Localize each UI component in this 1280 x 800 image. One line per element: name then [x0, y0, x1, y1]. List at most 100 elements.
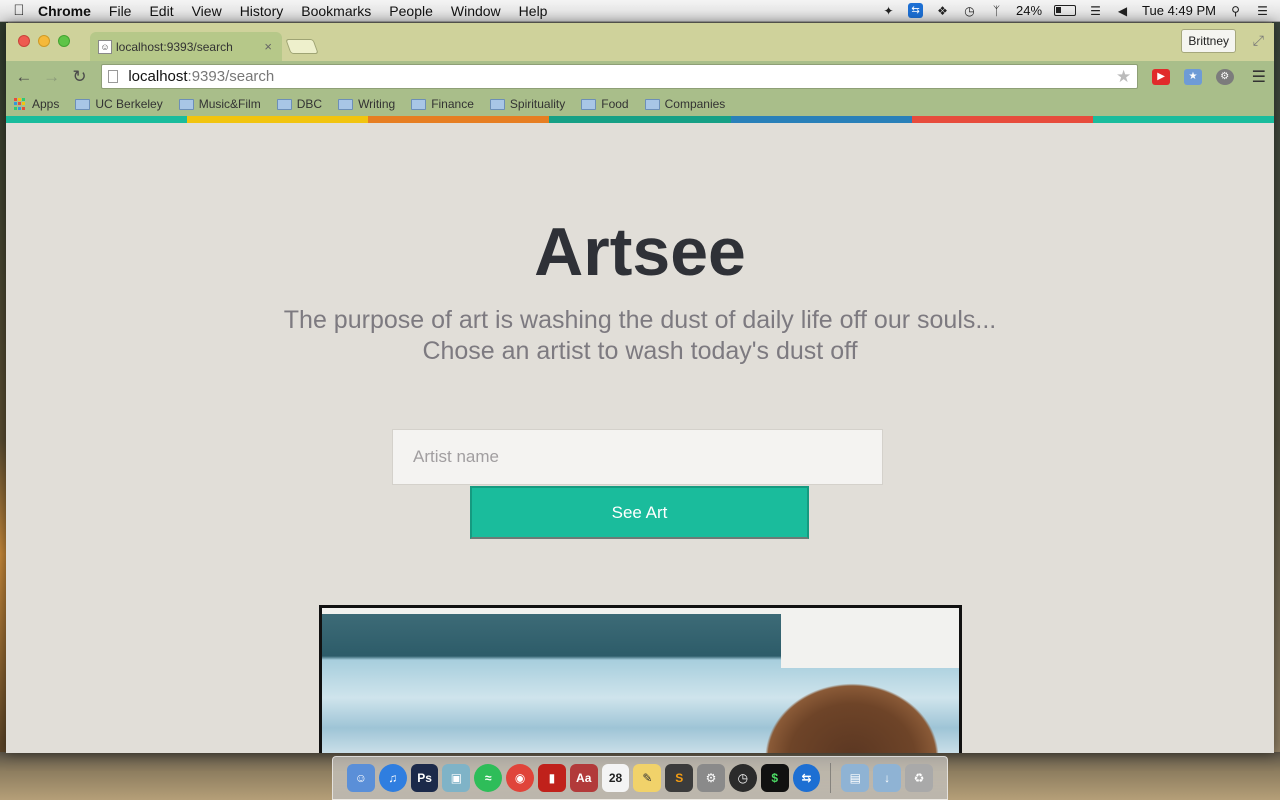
artwork-preview	[319, 605, 962, 753]
chrome-menu-icon[interactable]: ☰	[1252, 67, 1266, 87]
tab-strip: ☺ localhost:9393/search × Brittney ⤢	[6, 23, 1274, 61]
preview-icon[interactable]: ▣	[442, 764, 471, 792]
bookmark-label: Writing	[358, 97, 396, 111]
artist-name-input[interactable]	[392, 429, 883, 485]
folder-icon	[276, 98, 292, 110]
tab-title: localhost:9393/search	[116, 39, 233, 54]
window-controls	[18, 35, 70, 47]
stripe-segment	[549, 116, 731, 123]
stripe-segment	[6, 116, 188, 123]
menu-help[interactable]: Help	[519, 3, 548, 19]
zoom-window-button[interactable]	[58, 35, 70, 47]
bookmark-label: Apps	[32, 97, 60, 111]
bookmark-label: DBC	[296, 97, 323, 111]
textedit-icon[interactable]: ✎	[633, 764, 662, 792]
battery-icon[interactable]	[1054, 5, 1077, 16]
back-icon[interactable]: ←	[14, 67, 34, 87]
browser-window: ☺ localhost:9393/search × Brittney ⤢ ← →…	[6, 23, 1274, 753]
youtube-extension-icon[interactable]: ▶	[1152, 68, 1171, 85]
bookmark-folder-dbc[interactable]: DBC	[276, 97, 323, 111]
bookmark-label: Music&Film	[198, 97, 261, 111]
bookmark-label: Finance	[431, 97, 474, 111]
url-path: :9393/search	[187, 68, 275, 85]
teamviewer-icon[interactable]: ⇆	[908, 3, 924, 18]
forward-icon[interactable]: →	[42, 67, 62, 87]
menu-view[interactable]: View	[192, 3, 222, 19]
finder-icon[interactable]: ☺	[347, 764, 375, 792]
browser-toolbar: ← → ↻ localhost :9393/search ★ ▶ ★ ⚙ ☰	[6, 61, 1274, 92]
tab-search[interactable]: ☺ localhost:9393/search ×	[90, 32, 282, 61]
menu-file[interactable]: File	[109, 3, 132, 19]
stripe-segment	[1092, 116, 1274, 123]
dashboard-icon[interactable]: ◷	[728, 764, 757, 792]
profile-button[interactable]: Brittney	[1181, 29, 1236, 53]
system-preferences-icon[interactable]: ⚙	[697, 764, 725, 792]
volume-icon[interactable]: ◀	[1115, 3, 1130, 18]
bluetooth-icon[interactable]: ᛉ	[989, 3, 1004, 18]
dictionary-icon[interactable]: Aa	[569, 764, 598, 792]
bookmark-folder-writing[interactable]: Writing	[338, 97, 395, 111]
stripe-segment	[187, 116, 369, 123]
bookmark-folder-music-film[interactable]: Music&Film	[178, 97, 261, 111]
dock-separator	[830, 763, 832, 793]
address-bar[interactable]: localhost :9393/search ★	[101, 64, 1139, 89]
clock[interactable]: Tue 4:49 PM	[1142, 3, 1216, 18]
photoshop-icon[interactable]: Ps	[410, 764, 439, 792]
menu-app-name[interactable]: Chrome	[38, 3, 91, 19]
new-tab-button[interactable]	[285, 39, 319, 54]
url-host: localhost	[128, 68, 188, 85]
wifi-icon[interactable]: ☰	[1088, 3, 1103, 18]
bookmark-folder-companies[interactable]: Companies	[644, 97, 725, 111]
documents-folder-icon[interactable]: ▤	[841, 764, 870, 792]
bookmark-apps[interactable]: Apps	[14, 97, 59, 111]
bookmark-manager-extension-icon[interactable]: ★	[1184, 68, 1202, 85]
folder-icon	[178, 98, 194, 110]
menu-edit[interactable]: Edit	[149, 3, 173, 19]
folder-icon	[644, 98, 660, 110]
bookmark-folder-uc-berkeley[interactable]: UC Berkeley	[75, 97, 163, 111]
bookmark-folder-spirituality[interactable]: Spirituality	[489, 97, 565, 111]
downloads-folder-icon[interactable]: ↓	[873, 764, 902, 792]
slack-icon[interactable]: ✦	[881, 3, 896, 18]
sublime-icon[interactable]: S	[665, 764, 694, 792]
header-color-stripe	[6, 116, 1274, 123]
page-content: Artsee The purpose of art is washing the…	[6, 123, 1274, 753]
close-window-button[interactable]	[18, 35, 30, 47]
teamviewer-icon[interactable]: ⇆	[792, 764, 821, 792]
chrome-icon[interactable]: ◉	[506, 764, 534, 792]
bookmark-folder-finance[interactable]: Finance	[411, 97, 474, 111]
bookmark-label: Food	[601, 97, 629, 111]
trash-icon[interactable]: ♻	[905, 764, 933, 792]
menu-history[interactable]: History	[240, 3, 284, 19]
extension-icon[interactable]: ⚙	[1215, 68, 1234, 85]
menu-bar:  Chrome File Edit View History Bookmark…	[0, 0, 1280, 22]
menu-bookmarks[interactable]: Bookmarks	[301, 3, 371, 19]
see-art-button[interactable]: See Art	[470, 486, 809, 539]
page-title: Artsee	[534, 214, 746, 290]
fullscreen-icon[interactable]: ⤢	[1253, 32, 1264, 49]
tagline-line-2: Chose an artist to wash today's dust off	[422, 337, 858, 365]
spotlight-search-icon[interactable]: ⚲	[1228, 3, 1243, 18]
stripe-segment	[911, 116, 1093, 123]
reload-icon[interactable]: ↻	[70, 67, 90, 87]
notification-center-icon[interactable]: ☰	[1255, 3, 1270, 18]
dock: ☺ ♫ Ps ▣ ≈ ◉ ▮ Aa 28 ✎ S ⚙ ◷ $ ⇆ ▤ ↓ ♻	[332, 756, 948, 800]
folder-icon	[75, 98, 91, 110]
dropbox-icon[interactable]: ❖	[935, 3, 950, 18]
calendar-icon[interactable]: 28	[601, 764, 630, 792]
menu-people[interactable]: People	[389, 3, 433, 19]
terminal-icon[interactable]: $	[760, 764, 789, 792]
bookmarks-bar: Apps UC Berkeley Music&Film DBC Writing …	[6, 92, 1274, 116]
tagline-line-1: The purpose of art is washing the dust o…	[283, 306, 997, 334]
menu-window[interactable]: Window	[451, 3, 501, 19]
bookmark-folder-food[interactable]: Food	[581, 97, 629, 111]
favicon-icon: ☺	[98, 39, 112, 54]
bookmark-star-icon[interactable]: ★	[1116, 67, 1131, 87]
itunes-icon[interactable]: ♫	[378, 764, 407, 792]
time-machine-icon[interactable]: ◷	[962, 3, 977, 18]
apple-icon[interactable]: 	[0, 2, 38, 19]
spotify-icon[interactable]: ≈	[474, 764, 503, 792]
flashcards-icon[interactable]: ▮	[537, 764, 566, 792]
tab-close-icon[interactable]: ×	[264, 39, 272, 54]
minimize-window-button[interactable]	[38, 35, 50, 47]
